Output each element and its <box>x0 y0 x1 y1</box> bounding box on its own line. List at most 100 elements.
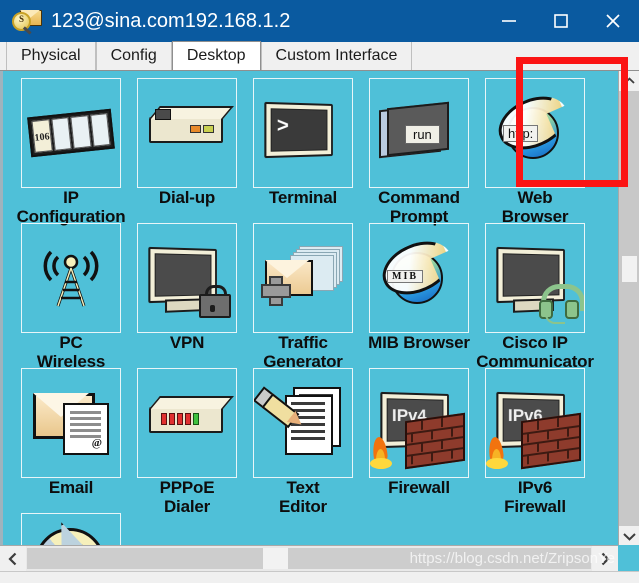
desktop-item-label: Traffic Generator <box>236 333 370 371</box>
window-title: 123@sina.com192.168.1.2 <box>51 9 291 32</box>
email-icon[interactable]: @ <box>21 368 121 478</box>
desktop-item-pppoe-dialer[interactable]: PPPoE Dialer <box>129 368 245 516</box>
text-editor-icon[interactable] <box>253 368 353 478</box>
tab-config[interactable]: Config <box>95 42 172 70</box>
label-line: VPN <box>169 333 205 352</box>
tab-physical[interactable]: Physical <box>6 42 96 70</box>
window-row-shape: 106 <box>27 108 115 158</box>
horizontal-scrollbar[interactable] <box>0 545 639 571</box>
scrollbar-corner <box>618 545 639 571</box>
modem-shape <box>149 109 223 143</box>
desktop-icon-area: 106 IP Configuration Dial-up > Terminal … <box>13 74 636 558</box>
run-badge: run <box>405 125 440 144</box>
command-prompt-icon[interactable]: run <box>369 78 469 188</box>
tab-desktop[interactable]: Desktop <box>171 41 261 70</box>
desktop-item-label: Text Editor <box>236 478 370 516</box>
desktop-item-command-prompt[interactable]: run Command Prompt <box>361 78 477 226</box>
pencil-pages-shape <box>254 386 343 459</box>
packet-tracer-device-window: S 123@sina.com192.168.1.2 Physical Confi… <box>0 0 639 583</box>
desktop-item-ip-configuration[interactable]: 106 IP Configuration <box>13 78 129 226</box>
chevron-up-icon[interactable] <box>619 71 639 91</box>
lock-icon <box>199 285 231 318</box>
magnifier-shape: S <box>12 12 31 31</box>
tab-custom-interface[interactable]: Custom Interface <box>260 42 413 70</box>
mib-browser-icon[interactable]: MIB <box>369 223 469 333</box>
modem-shape <box>149 407 223 433</box>
desktop-item-label: IPv6 Firewall <box>468 478 602 516</box>
desktop-item-label: Dial-up <box>120 188 254 207</box>
desktop-item-vpn[interactable]: VPN <box>129 223 245 368</box>
headset-icon <box>539 282 584 324</box>
desktop-item-label: Web Browser <box>468 188 602 226</box>
vertical-scrollbar-thumb[interactable] <box>622 256 637 282</box>
label-line: Terminal <box>269 188 337 207</box>
chevron-left-icon[interactable] <box>0 546 26 571</box>
close-button[interactable] <box>587 0 639 42</box>
flame-icon <box>370 435 393 469</box>
chevron-down-icon[interactable] <box>619 526 639 546</box>
desktop-item-web-browser[interactable]: http: Web Browser <box>477 78 593 226</box>
brick-wall-shape <box>405 412 465 470</box>
desktop-item-cisco-ip-communicator[interactable]: Cisco IP Communicator <box>476 223 594 371</box>
ipv6-firewall-icon[interactable]: IPv6 <box>485 368 585 478</box>
horizontal-scrollbar-track[interactable] <box>27 548 591 569</box>
modem-led <box>203 125 214 133</box>
ip-configuration-icon[interactable]: 106 <box>21 78 121 188</box>
desktop-item-pc-wireless[interactable]: PC Wireless <box>13 223 129 371</box>
desktop-item-label: PPPoE Dialer <box>120 478 254 516</box>
minimize-button[interactable] <box>483 0 535 42</box>
desktop-item-label: Firewall <box>352 478 486 497</box>
globe-shape: MIB <box>383 246 447 304</box>
desktop-item-email[interactable]: @ Email <box>13 368 129 513</box>
globe-shape: http: <box>499 101 563 159</box>
label-line: Web <box>517 188 553 207</box>
modem-port <box>155 109 171 120</box>
desktop-item-traffic-generator[interactable]: Traffic Generator <box>245 223 361 371</box>
desktop-item-dial-up[interactable]: Dial-up <box>129 78 245 223</box>
label-line: MIB Browser <box>368 333 470 352</box>
label-line: Firewall <box>504 497 566 516</box>
traffic-generator-icon[interactable] <box>253 223 353 333</box>
at-symbol: @ <box>91 437 102 449</box>
cisco-ip-communicator-icon[interactable] <box>485 223 585 333</box>
pc-wireless-icon[interactable] <box>21 223 121 333</box>
chevron-right-icon[interactable] <box>592 546 618 571</box>
window-controls <box>483 0 639 42</box>
desktop-item-text-editor[interactable]: Text Editor <box>245 368 361 516</box>
title-bar: S 123@sina.com192.168.1.2 <box>0 0 639 42</box>
envelope-document-shape: @ <box>33 393 109 455</box>
terminal-icon[interactable]: > <box>253 78 353 188</box>
vertical-scrollbar[interactable] <box>618 71 639 546</box>
plus-icon <box>261 276 291 306</box>
modem-icon[interactable] <box>137 78 237 188</box>
http-badge: http: <box>503 125 539 142</box>
desktop-item-ipv6-firewall[interactable]: IPv6 IPv6 Firewall <box>477 368 593 516</box>
desktop-item-mib-browser[interactable]: MIB MIB Browser <box>361 223 477 368</box>
mib-badge: MIB <box>387 270 423 283</box>
tab-strip: Physical Config Desktop Custom Interface <box>0 41 639 71</box>
firewall-icon[interactable]: IPv4 <box>369 368 469 478</box>
vpn-icon[interactable] <box>137 223 237 333</box>
window-stack-shape: run <box>379 101 449 159</box>
desktop-item-label: MIB Browser <box>352 333 486 352</box>
label-line: Command <box>378 188 460 207</box>
antenna-shape <box>41 246 101 308</box>
label-line: Traffic <box>278 333 328 352</box>
packet-stack-shape <box>261 246 343 308</box>
pppoe-dialer-icon[interactable] <box>137 368 237 478</box>
label-line: Text <box>286 478 320 497</box>
mail-search-icon: S <box>12 8 42 34</box>
desktop-item-terminal[interactable]: > Terminal <box>245 78 361 223</box>
desktop-item-firewall[interactable]: IPv4 Firewall <box>361 368 477 513</box>
desktop-item-label: Cisco IP Communicator <box>468 333 602 371</box>
flame-icon <box>486 435 509 469</box>
status-bar <box>0 571 639 583</box>
web-browser-icon[interactable]: http: <box>485 78 585 188</box>
desktop-item-label: Terminal <box>236 188 370 207</box>
label-line: IPv6 <box>517 478 553 497</box>
desktop-panel: 106 IP Configuration Dial-up > Terminal … <box>0 71 639 558</box>
label-line: Cisco IP <box>502 333 568 352</box>
horizontal-scrollbar-thumb[interactable] <box>263 548 288 569</box>
maximize-button[interactable] <box>535 0 587 42</box>
modem-led <box>190 125 201 133</box>
